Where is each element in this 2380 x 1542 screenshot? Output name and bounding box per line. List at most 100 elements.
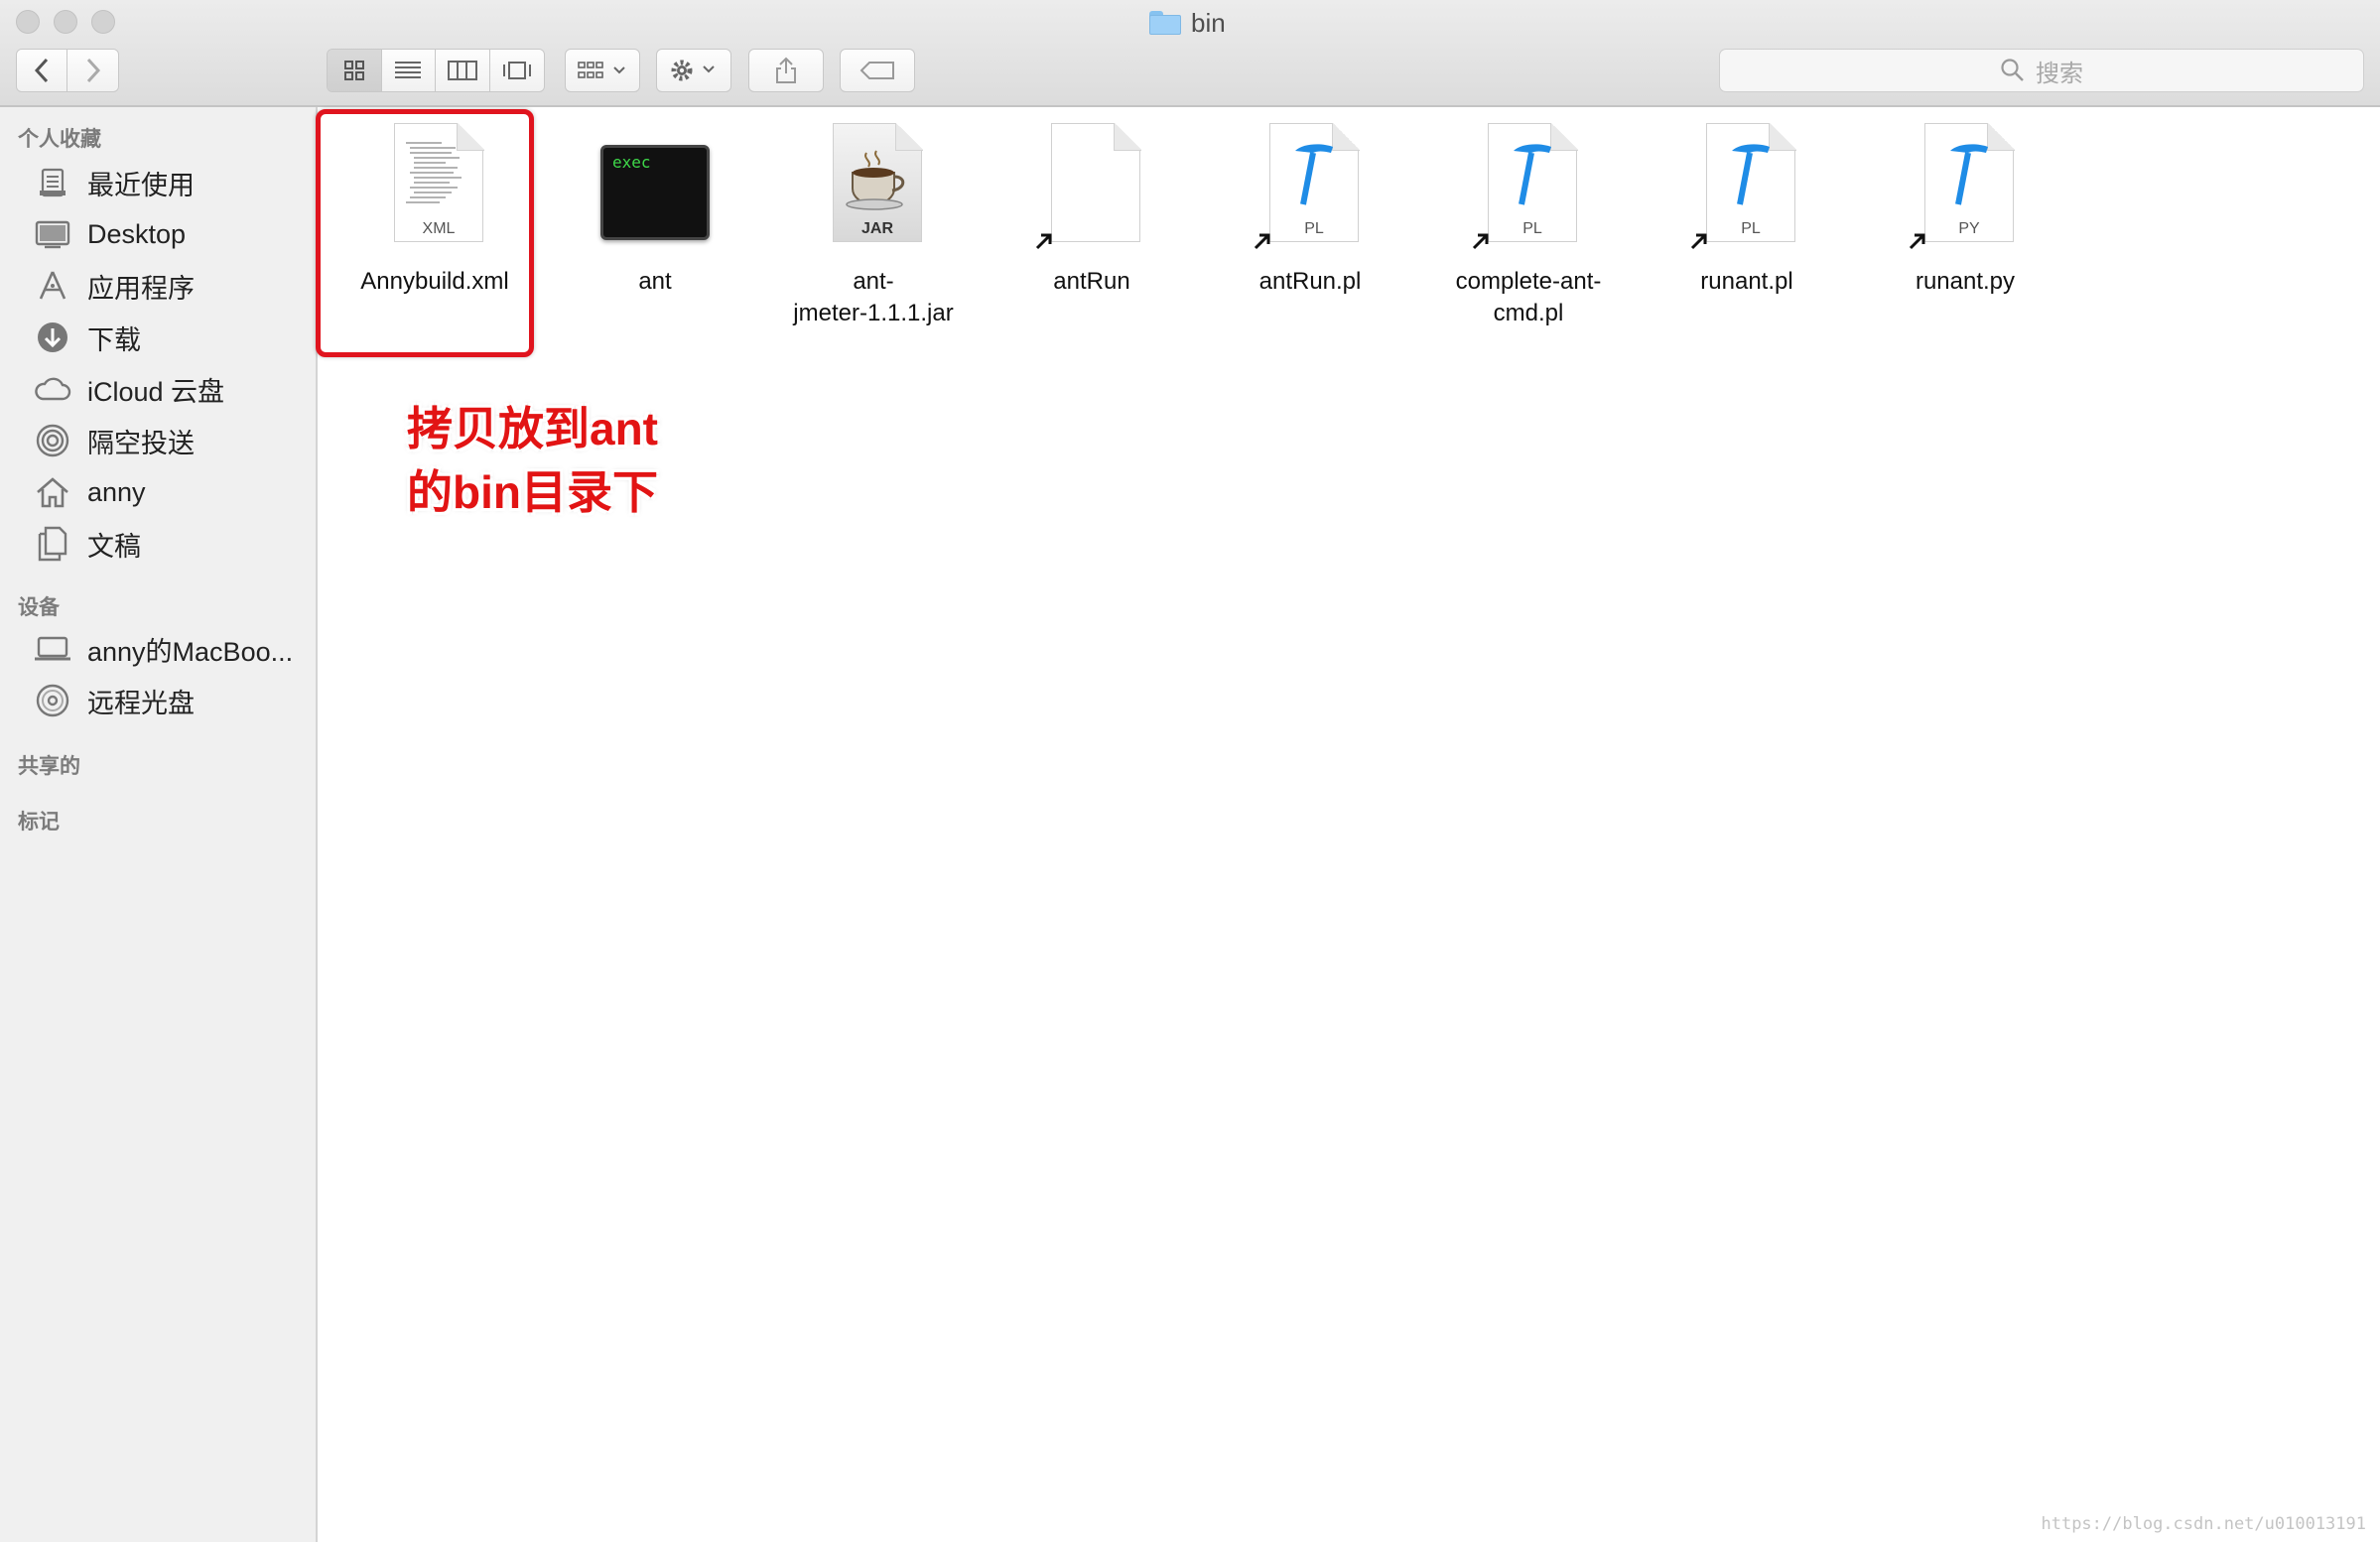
- sidebar-item-label: 应用程序: [87, 273, 195, 304]
- python-script-icon: PY: [1909, 123, 2020, 252]
- arrange-grid-icon: [578, 62, 625, 78]
- blank-file-icon: [1035, 123, 1146, 252]
- file-type-label: PY: [1958, 220, 1980, 237]
- window-toolbar: bin 搜索: [0, 0, 2380, 107]
- icloud-icon: [34, 370, 71, 408]
- airdrop-icon: [34, 422, 71, 459]
- file-type-label: PL: [1304, 220, 1324, 237]
- nav-buttons: [16, 49, 119, 92]
- gallery-view-button[interactable]: [489, 50, 544, 91]
- column-view-button[interactable]: [436, 50, 490, 91]
- tag-button[interactable]: [840, 49, 915, 92]
- columns-icon: [447, 61, 477, 80]
- file-type-label: JAR: [860, 220, 893, 237]
- share-button[interactable]: [748, 49, 824, 92]
- list-view-button[interactable]: [381, 50, 436, 91]
- sidebar-item-airdrop[interactable]: 隔空投送: [34, 421, 195, 460]
- sidebar-item-documents[interactable]: 文稿: [34, 524, 141, 564]
- grid-icon: [343, 61, 364, 80]
- annotation-line-2: 的bin目录下: [407, 466, 658, 518]
- perl-script-icon: PL: [1690, 123, 1801, 252]
- window-title-text: bin: [1191, 7, 1226, 38]
- alias-arrow-icon: [1472, 233, 1489, 250]
- search-field[interactable]: 搜索: [1719, 49, 2364, 92]
- shared-header: 共享的: [18, 755, 80, 778]
- hammer-icon: [1514, 144, 1551, 205]
- terminal-exec-icon: exec: [600, 123, 710, 252]
- alias-arrow-icon: [1254, 233, 1270, 250]
- sidebar-item-label: anny的MacBoo...: [87, 636, 294, 667]
- file-name: ant: [638, 268, 672, 295]
- jar-file-icon: JAR: [819, 123, 928, 252]
- sidebar-item-downloads[interactable]: 下载: [34, 318, 141, 357]
- perl-script-icon: PL: [1472, 123, 1583, 252]
- file-type-label: exec: [612, 153, 651, 172]
- recents-icon: [34, 164, 71, 201]
- icon-view-button[interactable]: [328, 50, 382, 91]
- file-name: antRun.pl: [1258, 268, 1362, 295]
- laptop-icon: [34, 630, 71, 668]
- gallery-icon: [502, 62, 531, 79]
- file-name: ant- jmeter-1.1.1.jar: [793, 268, 954, 326]
- annotation-line-1: 拷贝放到ant: [407, 403, 658, 454]
- documents-icon: [34, 525, 71, 563]
- sidebar-item-remote-disc[interactable]: 远程光盘: [34, 681, 195, 720]
- action-menu-button[interactable]: [656, 49, 731, 92]
- sidebar-item-label: 下载: [87, 324, 141, 355]
- hammer-icon: [1295, 144, 1333, 205]
- downloads-icon: [34, 319, 71, 356]
- hammer-icon: [1732, 144, 1770, 205]
- home-icon: [34, 473, 71, 511]
- sidebar-item-home[interactable]: anny: [34, 472, 146, 512]
- applications-icon: [34, 267, 71, 305]
- file-type-label: PL: [1522, 220, 1542, 237]
- share-icon: [776, 57, 796, 83]
- view-mode-control: [327, 49, 545, 92]
- arrange-button[interactable]: [565, 49, 640, 92]
- file-name: runant.py: [1915, 268, 2016, 295]
- highlight-box: [316, 109, 534, 357]
- tag-icon: [859, 62, 894, 79]
- window-title: bin: [1149, 6, 1226, 40]
- perl-script-icon: PL: [1254, 123, 1365, 252]
- search-placeholder: 搜索: [2036, 60, 2083, 87]
- devices-header: 设备: [18, 596, 60, 619]
- close-window-button[interactable]: [16, 10, 40, 34]
- desktop-icon: [34, 215, 71, 253]
- annotation-text: 拷贝放到ant 的bin目录下: [407, 397, 658, 524]
- disc-icon: [34, 682, 71, 719]
- sidebar-item-label: 隔空投送: [87, 428, 195, 458]
- alias-arrow-icon: [1909, 233, 1925, 250]
- zoom-window-button[interactable]: [91, 10, 115, 34]
- sidebar-item-label: 最近使用: [87, 170, 195, 200]
- sidebar-item-applications[interactable]: 应用程序: [34, 266, 195, 306]
- folder-icon: [1149, 11, 1181, 35]
- sidebar-item-macbook[interactable]: anny的MacBoo...: [34, 629, 293, 669]
- back-button[interactable]: [17, 50, 68, 91]
- list-icon: [395, 62, 422, 78]
- tags-header: 标记: [18, 811, 60, 834]
- gear-icon: [671, 60, 715, 81]
- sidebar-item-label: Desktop: [87, 218, 187, 249]
- file-name: runant.pl: [1700, 268, 1793, 295]
- alias-arrow-icon: [1035, 233, 1052, 250]
- forward-button[interactable]: [67, 50, 118, 91]
- minimize-window-button[interactable]: [54, 10, 77, 34]
- file-type-label: PL: [1741, 220, 1761, 237]
- sidebar-item-icloud[interactable]: iCloud 云盘: [34, 369, 224, 409]
- sidebar-item-label: 远程光盘: [87, 688, 195, 718]
- file-name: complete-ant- cmd.pl: [1455, 268, 1602, 326]
- favorites-header: 个人收藏: [18, 128, 101, 151]
- sidebar-item-label: 文稿: [87, 531, 141, 562]
- file-grid: XML Annybuild.xml exec ant JAR ant- jmet…: [318, 107, 2380, 1542]
- file-name: antRun: [1053, 268, 1130, 295]
- watermark: https://blog.csdn.net/u010013191: [2041, 1514, 2366, 1534]
- hammer-icon: [1950, 144, 1988, 205]
- sidebar: 个人收藏 最近使用 Desktop 应用程序 下载 iCloud 云盘 隔空投送…: [0, 107, 318, 1542]
- search-icon: [2001, 59, 2024, 81]
- chevron-left-icon: [34, 58, 49, 83]
- sidebar-item-label: anny: [87, 476, 146, 507]
- sidebar-item-desktop[interactable]: Desktop: [34, 214, 186, 254]
- sidebar-item-recents[interactable]: 最近使用: [34, 163, 195, 202]
- chevron-right-icon: [86, 58, 100, 83]
